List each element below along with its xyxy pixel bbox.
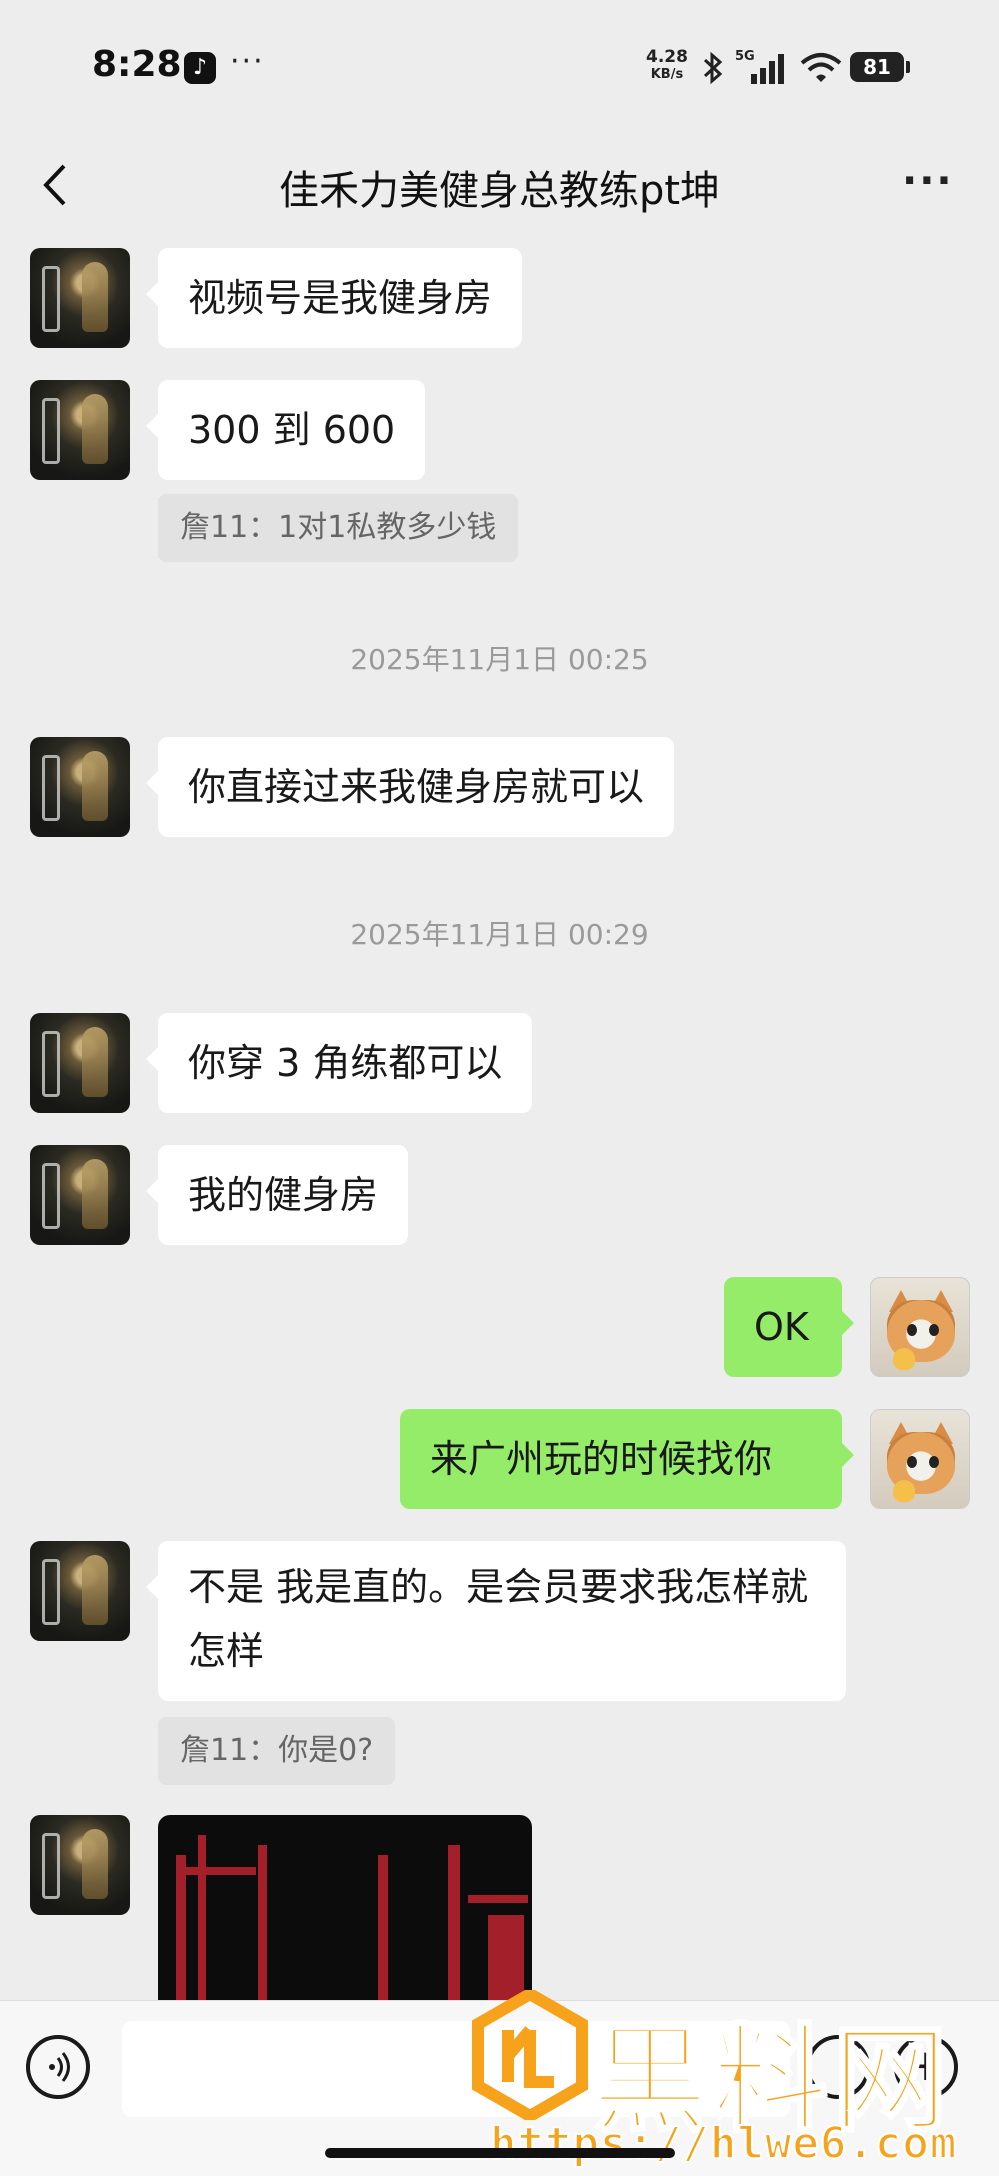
bluetooth-icon (703, 51, 723, 85)
image-message[interactable] (158, 1815, 532, 2000)
quoted-message[interactable]: 詹11：你是0? (158, 1717, 396, 1785)
network-speed-unit: KB/s (650, 67, 684, 82)
message-bubble[interactable]: 我的健身房 (145, 1145, 409, 1245)
home-indicator[interactable] (325, 2148, 675, 2158)
status-bar: 8:28 ♪ ··· 4.28 KB/s 5G 81 (0, 0, 999, 130)
status-time: 8:28 (92, 44, 182, 85)
status-more-icon: ··· (230, 44, 265, 79)
message-bubble-sent[interactable]: OK (724, 1277, 854, 1377)
more-horizontal-icon[interactable]: ··· (902, 158, 954, 204)
network-type-label: 5G (735, 49, 755, 64)
watermark-url: https://hlwe6.com (489, 2117, 958, 2170)
user-avatar[interactable] (870, 1277, 970, 1377)
tiktok-icon: ♪ (184, 52, 216, 84)
contact-avatar[interactable] (30, 1541, 130, 1641)
quoted-message[interactable]: 詹11：1对1私教多少钱 (158, 494, 519, 562)
contact-avatar[interactable] (30, 1145, 130, 1245)
contact-avatar[interactable] (30, 248, 130, 348)
message-bubble[interactable]: 300 到 600 (145, 380, 426, 480)
wifi-icon (800, 53, 842, 82)
voice-icon[interactable] (26, 2035, 90, 2099)
message-bubble-sent[interactable]: 来广州玩的时候找你 (400, 1409, 854, 1509)
message-bubble[interactable]: 不是 我是直的。是会员要求我怎样就怎样 (146, 1541, 846, 1701)
chat-header: 佳禾力美健身总教练pt坤 ··· (0, 130, 999, 240)
contact-avatar[interactable] (30, 1013, 130, 1113)
contact-avatar[interactable] (30, 380, 130, 480)
battery-icon: 81 (850, 52, 910, 82)
contact-avatar[interactable] (30, 737, 130, 837)
watermark-logo-icon (472, 1990, 588, 2120)
message-timestamp: 2025年11月1日 00:25 (350, 643, 649, 676)
signal-icon: 5G (735, 49, 784, 84)
user-avatar[interactable] (870, 1409, 970, 1509)
message-bubble[interactable]: 你穿 3 角练都可以 (145, 1013, 533, 1113)
contact-avatar[interactable] (30, 1815, 130, 1915)
network-speed: 4.28 KB/s (646, 48, 688, 84)
message-bubble[interactable]: 视频号是我健身房 (145, 248, 523, 348)
message-timestamp: 2025年11月1日 00:29 (350, 918, 649, 951)
message-bubble[interactable]: 你直接过来我健身房就可以 (145, 737, 675, 837)
chat-title: 佳禾力美健身总教练pt坤 (278, 168, 721, 214)
network-speed-value: 4.28 (646, 47, 688, 67)
